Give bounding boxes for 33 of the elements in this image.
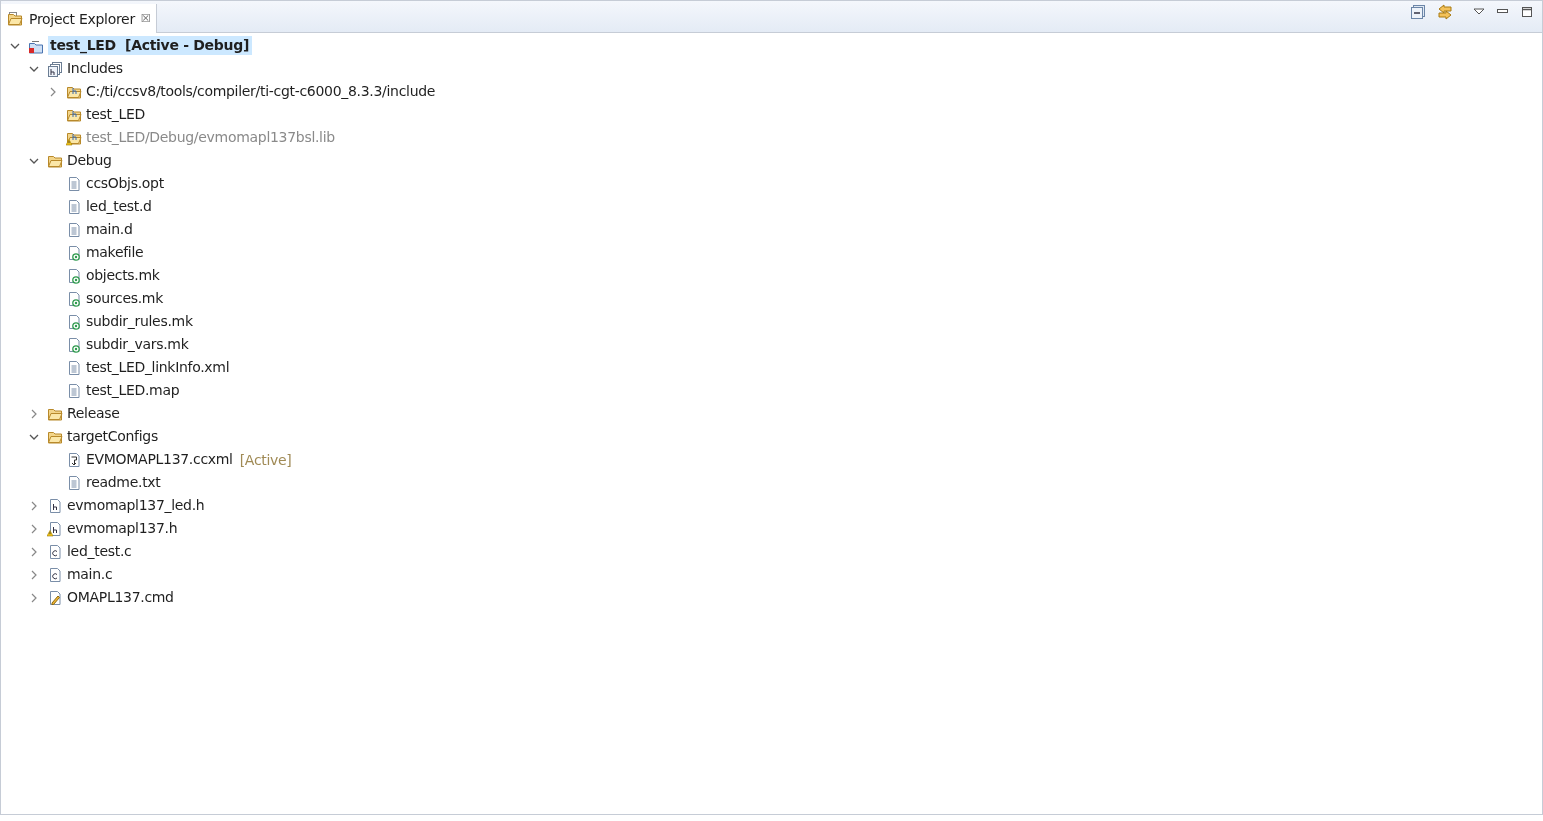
tree-item[interactable]: Debug [67,151,115,170]
tree-item[interactable]: objects.mk [86,266,163,285]
maximize-icon[interactable] [1520,5,1534,19]
tree-item[interactable]: test_LED_linkInfo.xml [86,358,233,377]
tree-item[interactable]: led_test.d [86,197,155,216]
tree-item[interactable]: led_test.c [67,542,135,561]
close-button[interactable]: ☒ [140,12,151,25]
tree-item[interactable]: sources.mk [86,289,166,308]
tree-item[interactable]: test_LED [86,105,148,124]
tree-item[interactable]: readme.txt [86,473,164,492]
tree-item[interactable]: C:/ti/ccsv8/tools/compiler/ti-cgt-c6000_8.3.3/include [86,82,439,101]
collapse-all-icon[interactable] [1410,4,1426,20]
tree-item[interactable]: OMAPL137.cmd [67,588,177,607]
tree-item[interactable]: Release [67,404,123,423]
status-label: [Active] [239,451,292,468]
tree-item[interactable]: test_LED.map [86,381,183,400]
tree-item[interactable]: subdir_rules.mk [86,312,196,331]
tree-item[interactable]: main.d [86,220,136,239]
tree-item[interactable]: EVMOMAPL137.ccxml [86,450,236,469]
view-tab[interactable]: Project Explorer ☒ [1,4,158,33]
tree-item[interactable]: test_LED [Active - Debug] [48,36,252,55]
tree-item[interactable]: Includes [67,59,126,78]
tree-item[interactable]: ccsObjs.opt [86,174,167,193]
tree-item[interactable]: main.c [67,565,116,584]
folder-icon [7,10,23,27]
tree-item[interactable]: subdir_vars.mk [86,335,192,354]
link-arrows-icon[interactable] [1436,4,1454,20]
view-menu-icon[interactable] [1472,7,1486,17]
tree-item[interactable]: makefile [86,243,147,262]
tree-item[interactable]: evmomapl137_led.h [67,496,208,515]
tree-item[interactable]: evmomapl137.h [67,519,181,538]
tab-title: Project Explorer [29,10,135,27]
tree-item[interactable]: targetConfigs [67,427,161,446]
